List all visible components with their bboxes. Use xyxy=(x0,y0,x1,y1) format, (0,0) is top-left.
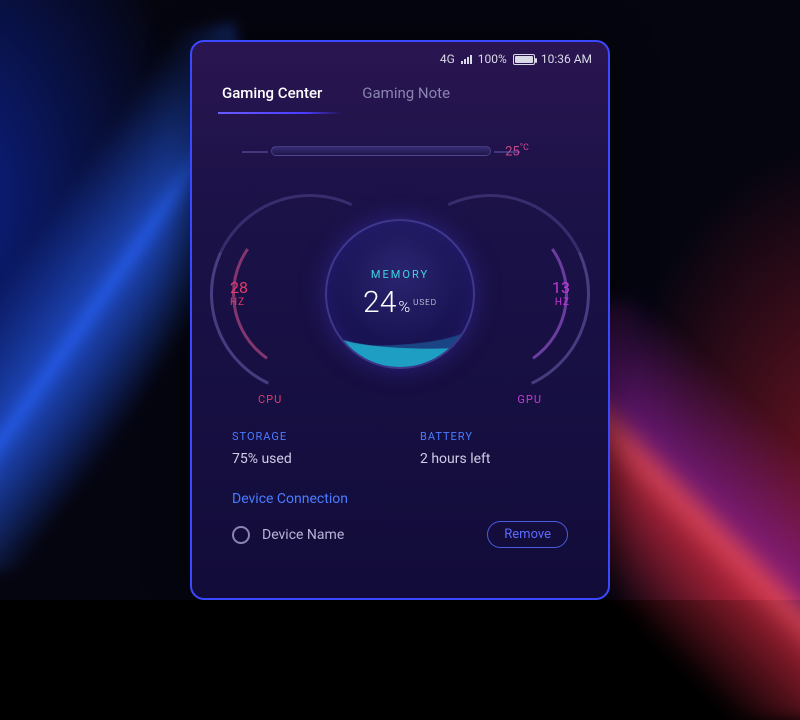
status-bar: 4G 100% 10:36 AM xyxy=(192,42,608,72)
clock: 10:36 AM xyxy=(541,52,592,66)
remove-button[interactable]: Remove xyxy=(487,521,568,548)
battery-percent: 100% xyxy=(478,52,507,66)
device-name: Device Name xyxy=(262,527,475,543)
gpu-label: GPU xyxy=(517,393,542,406)
gpu-value: 13 HZ xyxy=(552,279,570,308)
memory-value: 24% USED xyxy=(363,285,437,320)
temperature-track xyxy=(271,146,491,156)
memory-wave-front xyxy=(327,331,473,367)
storage-label: STORAGE xyxy=(232,430,380,443)
signal-icon xyxy=(461,54,472,64)
temperature-bar: 25°C xyxy=(232,136,568,166)
device-row: Device Name Remove xyxy=(192,507,608,548)
storage-value: 75% used xyxy=(232,451,380,467)
gauge: 28 HZ 13 HZ CPU GPU MEMORY 24% USED xyxy=(230,184,570,414)
memory-label: MEMORY xyxy=(371,268,429,281)
tab-gaming-note[interactable]: Gaming Note xyxy=(362,84,450,114)
storage-stat[interactable]: STORAGE 75% used xyxy=(232,430,380,467)
stats-row: STORAGE 75% used BATTERY 2 hours left xyxy=(192,414,608,467)
battery-value: 2 hours left xyxy=(420,451,568,467)
battery-label: BATTERY xyxy=(420,430,568,443)
network-icon: 4G xyxy=(440,52,455,66)
phone-frame: 4G 100% 10:36 AM Gaming Center Gaming No… xyxy=(190,40,610,600)
device-connection-title: Device Connection xyxy=(192,467,608,507)
device-icon xyxy=(232,526,250,544)
cpu-label: CPU xyxy=(258,393,282,406)
memory-dial[interactable]: MEMORY 24% USED xyxy=(325,219,475,369)
cpu-value: 28 HZ xyxy=(230,279,248,308)
tab-bar: Gaming Center Gaming Note xyxy=(192,72,608,114)
tab-gaming-center[interactable]: Gaming Center xyxy=(222,84,322,114)
battery-stat[interactable]: BATTERY 2 hours left xyxy=(420,430,568,467)
battery-icon xyxy=(513,54,535,65)
